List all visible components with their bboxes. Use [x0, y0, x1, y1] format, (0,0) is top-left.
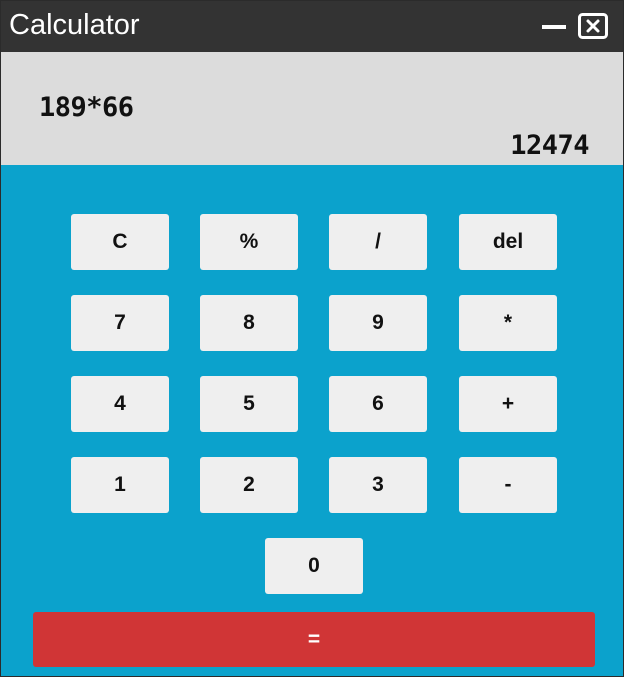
title-bar: Calculator: [1, 1, 623, 52]
window-title: Calculator: [9, 9, 140, 41]
multiply-button[interactable]: *: [459, 295, 557, 351]
digit-2-button[interactable]: 2: [200, 457, 298, 513]
minus-button[interactable]: -: [459, 457, 557, 513]
digit-6-button[interactable]: 6: [329, 376, 427, 432]
digit-4-button[interactable]: 4: [71, 376, 169, 432]
equals-button[interactable]: =: [33, 612, 595, 667]
expression-text: 189*66: [39, 92, 134, 123]
calculator-display: 189*66 12474: [1, 52, 623, 165]
close-icon: [578, 13, 608, 39]
clear-button[interactable]: C: [71, 214, 169, 270]
delete-button[interactable]: del: [459, 214, 557, 270]
close-button[interactable]: [578, 13, 608, 39]
minimize-button[interactable]: [538, 11, 570, 41]
digit-0-button[interactable]: 0: [265, 538, 363, 594]
divide-button[interactable]: /: [329, 214, 427, 270]
result-text: 12474: [510, 130, 589, 161]
digit-5-button[interactable]: 5: [200, 376, 298, 432]
digit-7-button[interactable]: 7: [71, 295, 169, 351]
digit-8-button[interactable]: 8: [200, 295, 298, 351]
digit-1-button[interactable]: 1: [71, 457, 169, 513]
digit-9-button[interactable]: 9: [329, 295, 427, 351]
calculator-window: Calculator 189*66 12474 C % / del 7 8 9 …: [0, 0, 624, 677]
plus-button[interactable]: +: [459, 376, 557, 432]
digit-3-button[interactable]: 3: [329, 457, 427, 513]
minimize-icon: [542, 25, 566, 29]
percent-button[interactable]: %: [200, 214, 298, 270]
